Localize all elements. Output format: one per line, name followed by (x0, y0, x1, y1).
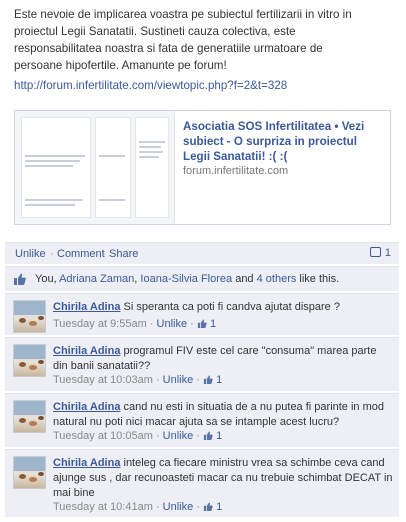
comment-item: Chirila Adina inteleg ca fiecare ministr… (5, 449, 399, 517)
likes-summary: You, Adriana Zaman, Ioana-Silvia Florea … (5, 266, 399, 291)
comment-time[interactable]: Tuesday at 10:41am (53, 501, 153, 513)
separator: · (50, 248, 54, 260)
post-line: Este nevoie de implicarea voastra pe sub… (14, 8, 352, 21)
comment-body: Chirila Adina programul FIV este cel car… (53, 344, 393, 374)
thumbs-up-icon[interactable] (203, 502, 213, 511)
comment-item: Chirila Adina programul FIV este cel car… (5, 337, 399, 391)
comment-time[interactable]: Tuesday at 10:03am (53, 374, 153, 386)
liker-link[interactable]: Ioana-Silvia Florea (140, 273, 232, 285)
comment-like-count[interactable]: 1 (216, 374, 222, 386)
comment-item: Chirila Adina Si speranta ca poti fi can… (5, 293, 399, 335)
comment-unlike-link[interactable]: Unlike (157, 318, 188, 330)
separator: · (102, 248, 106, 260)
liker-link[interactable]: Adriana Zaman (59, 273, 134, 285)
meta-sep: · (152, 501, 163, 513)
comment-like-count[interactable]: 1 (216, 430, 222, 442)
shared-link-card[interactable]: Asociatia SOS Infertilitatea • Vezi subi… (14, 110, 391, 225)
comment-like-count[interactable]: 1 (216, 501, 222, 513)
likes-text: You, Adriana Zaman, Ioana-Silvia Florea … (35, 273, 339, 285)
comment-meta: Tuesday at 9:55am · Unlike · 1 (53, 318, 216, 330)
comment-body: Chirila Adina Si speranta ca poti fi can… (53, 300, 393, 315)
meta-sep: · (193, 430, 204, 442)
comment-count-value: 1 (384, 247, 391, 259)
comment-time[interactable]: Tuesday at 10:05am (53, 430, 153, 442)
others-link[interactable]: 4 others (257, 273, 297, 285)
comment-author[interactable]: Chirila Adina (53, 345, 120, 357)
comment-meta: Tuesday at 10:03am · Unlike · 1 (53, 374, 222, 386)
meta-sep: · (152, 374, 163, 386)
likes-and: and (232, 273, 257, 285)
meta-sep: · (187, 318, 197, 330)
comment-author[interactable]: Chirila Adina (53, 457, 120, 469)
avatar[interactable] (13, 344, 46, 377)
post-message: Este nevoie de implicarea voastra pe sub… (14, 6, 394, 74)
post-line: responsabilitatea noastra si fata de gen… (14, 42, 323, 55)
share-link[interactable]: Share (109, 248, 138, 260)
meta-sep: · (152, 430, 163, 442)
meta-sep: · (193, 501, 204, 513)
thumbs-up-icon (14, 273, 26, 285)
link-title[interactable]: Asociatia SOS Infertilitatea • Vezi subi… (183, 119, 383, 164)
meta-sep: · (193, 374, 204, 386)
comment-unlike-link[interactable]: Unlike (163, 374, 194, 386)
comment-body: Chirila Adina cand nu esti in situatia d… (53, 400, 393, 430)
thumbs-up-icon[interactable] (203, 431, 213, 440)
avatar[interactable] (13, 400, 46, 433)
comment-body: Chirila Adina inteleg ca fiecare ministr… (53, 456, 393, 501)
unlike-link[interactable]: Unlike (15, 248, 46, 260)
comment-unlike-link[interactable]: Unlike (163, 501, 194, 513)
meta-sep: · (146, 318, 157, 330)
comment-meta: Tuesday at 10:41am · Unlike · 1 (53, 501, 222, 513)
comment-like-count[interactable]: 1 (210, 318, 216, 330)
post-actions-bar: Unlike · Comment · Share 1 (5, 242, 399, 264)
likes-you: You, (35, 273, 60, 285)
comment-author[interactable]: Chirila Adina (53, 301, 120, 313)
comment-link[interactable]: Comment (57, 248, 105, 260)
comment-item: Chirila Adina cand nu esti in situatia d… (5, 393, 399, 447)
post-line: persoane hipofertile. Amanunte pe forum! (14, 59, 227, 72)
comment-author[interactable]: Chirila Adina (53, 401, 120, 413)
comment-text: Si speranta ca poti fi candva ajutat dis… (120, 301, 340, 313)
post-line: proiectul Legii Sanatatii. Sustineti cau… (14, 25, 296, 38)
link-domain: forum.infertilitate.com (183, 165, 289, 177)
thumbs-up-icon[interactable] (203, 375, 213, 384)
post-link[interactable]: http://forum.infertilitate.com/viewtopic… (14, 79, 287, 92)
avatar[interactable] (13, 300, 46, 333)
likes-suffix: like this. (296, 273, 340, 285)
comment-bubble-icon (369, 247, 381, 257)
comment-count[interactable]: 1 (369, 247, 391, 259)
avatar[interactable] (13, 456, 46, 489)
comment-meta: Tuesday at 10:05am · Unlike · 1 (53, 430, 222, 442)
comment-time[interactable]: Tuesday at 9:55am (53, 318, 147, 330)
comment-unlike-link[interactable]: Unlike (163, 430, 194, 442)
link-thumbnail[interactable] (15, 111, 175, 224)
thumbs-up-icon[interactable] (197, 319, 207, 328)
